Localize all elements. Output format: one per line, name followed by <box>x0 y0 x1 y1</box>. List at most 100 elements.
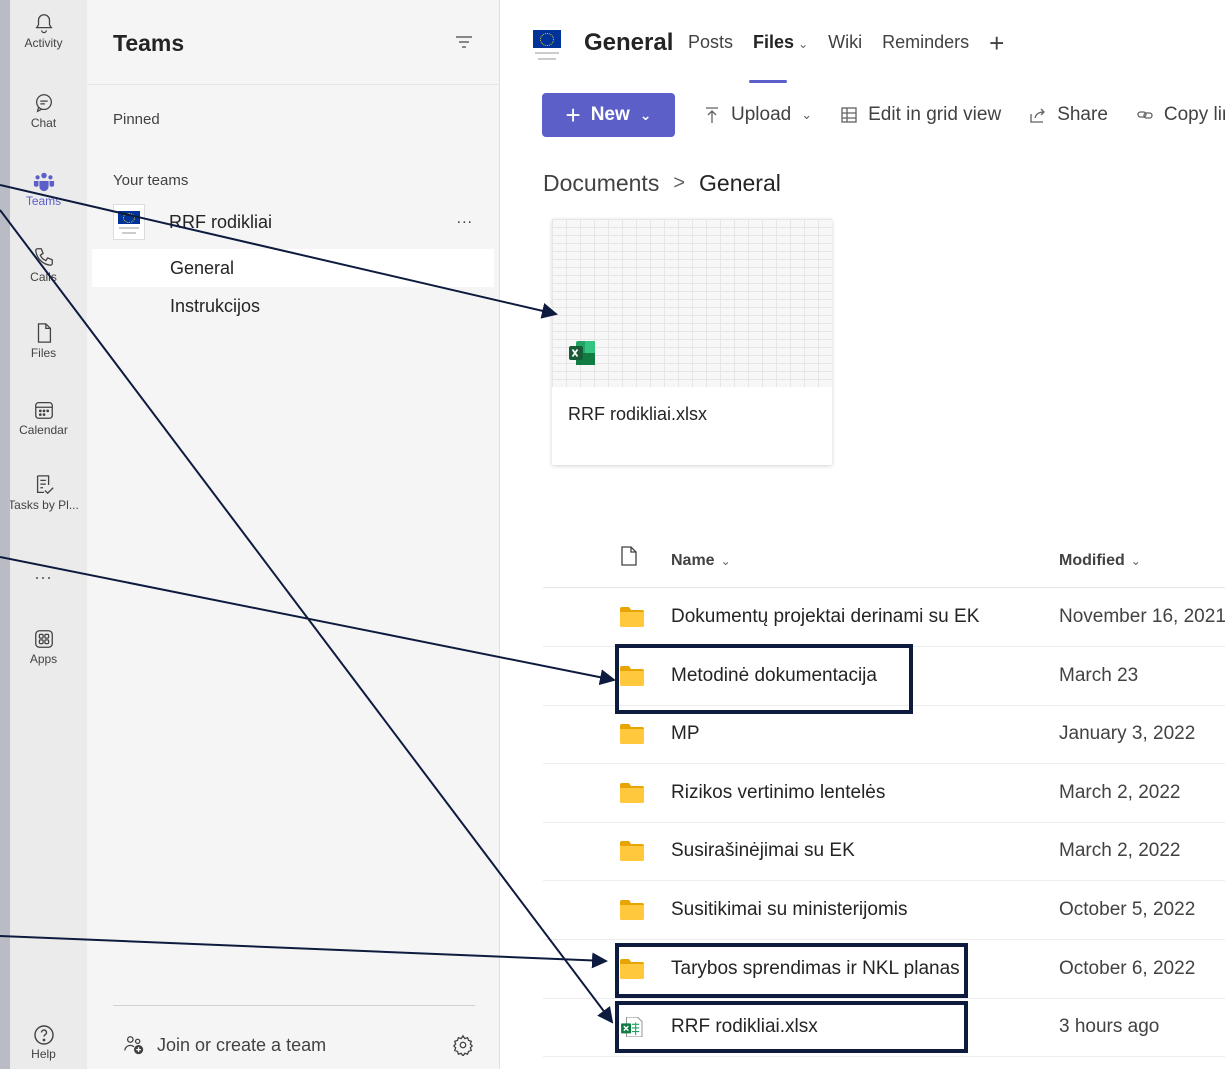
document-type-icon <box>621 546 637 566</box>
help-label: Help <box>31 1047 56 1061</box>
apps-icon <box>34 630 53 648</box>
settings-gear-icon[interactable] <box>452 1034 474 1056</box>
folder-icon <box>620 900 644 920</box>
grid-icon <box>841 107 857 123</box>
rail-apps[interactable]: Apps <box>0 628 87 688</box>
file-name: MP <box>671 723 700 745</box>
annotation-box-rrf-xlsx <box>615 1001 968 1053</box>
table-row[interactable]: Rizikos vertinimo lentelės March 2, 2022 <box>543 765 1225 823</box>
file-modified: October 5, 2022 <box>1059 899 1196 920</box>
team-name: RRF rodikliai <box>169 211 273 232</box>
panel-divider <box>87 84 500 85</box>
share-icon <box>1030 108 1046 123</box>
file-modified: 3 hours ago <box>1059 1016 1160 1038</box>
chevron-down-icon: ⌄ <box>639 106 652 123</box>
file-modified: October 6, 2022 <box>1059 957 1196 979</box>
file-name: Susirašinėjimai su EK <box>671 840 855 862</box>
help-icon <box>33 1025 54 1045</box>
pinned-label: Pinned <box>113 111 160 128</box>
file-modified: November 16, 2021 <box>1059 606 1225 627</box>
folder-icon <box>620 841 644 862</box>
your-teams-label: Your teams <box>113 172 189 189</box>
rail-more-button[interactable]: ... <box>0 563 87 584</box>
rail-apps-label: Apps <box>29 652 58 666</box>
annotation-box-tarybos <box>615 943 968 998</box>
breadcrumb: Documents > General <box>543 170 781 197</box>
rail-activity[interactable]: Activity <box>0 12 87 72</box>
rail-calls[interactable]: Calls <box>0 246 87 306</box>
copy-link-label: Copy lir <box>1163 104 1225 125</box>
rail-files[interactable]: Files <box>0 322 87 382</box>
plus-icon: + <box>565 100 581 130</box>
team-avatar <box>113 204 145 240</box>
join-create-team-label: Join or create a team <box>157 1034 327 1055</box>
table-row[interactable]: MP January 3, 2022 <box>543 706 1225 765</box>
file-modified: March 23 <box>1059 664 1139 686</box>
column-name-label: Name <box>671 552 715 569</box>
tasks-icon <box>36 475 54 495</box>
rail-chat[interactable]: Chat <box>0 92 87 152</box>
breadcrumb-separator: > <box>673 172 686 194</box>
table-row[interactable]: Susirašinėjimai su EK March 2, 2022 <box>543 823 1225 882</box>
team-row[interactable]: RRF rodikliai ... <box>113 204 473 240</box>
folder-icon <box>620 724 644 745</box>
table-row[interactable]: Susitikimai su ministerijomis October 5, … <box>543 882 1225 940</box>
file-icon <box>37 323 51 343</box>
new-button[interactable]: + New ⌄ <box>542 93 675 137</box>
link-icon <box>1137 111 1153 119</box>
rail-tasks-label: Tasks by Pl... <box>8 498 79 512</box>
column-name-header[interactable]: Name ⌄ <box>671 552 731 570</box>
teams-icon <box>33 172 54 192</box>
breadcrumb-root[interactable]: Documents <box>543 170 659 197</box>
rail-tasks[interactable]: Tasks by Pl... <box>0 474 87 534</box>
edit-grid-view-button[interactable]: Edit in grid view <box>840 104 1001 126</box>
card-file-name: RRF rodikliai.xlsx <box>568 404 708 424</box>
join-create-team-button[interactable]: Join or create a team <box>123 1034 326 1056</box>
filter-icon[interactable] <box>454 34 474 50</box>
file-modified: March 2, 2022 <box>1059 840 1181 862</box>
tab-files[interactable]: Files ⌄ <box>753 32 808 53</box>
bell-icon <box>34 14 53 34</box>
copy-link-button[interactable]: Copy lir <box>1136 104 1225 126</box>
rail-activity-label: Activity <box>24 36 63 50</box>
channel-title: General <box>584 29 674 56</box>
footer-divider <box>113 1005 475 1006</box>
rail-files-label: Files <box>30 346 57 360</box>
teams-panel: Teams Pinned Your teams RRF rodikliai ..… <box>87 0 500 1069</box>
file-name: Rizikos vertinimo lentelės <box>671 781 886 803</box>
table-row[interactable]: Dokumentų projektai derinami su EK Novemb… <box>543 589 1225 647</box>
edit-grid-view-label: Edit in grid view <box>868 104 1002 125</box>
folder-icon <box>620 782 644 803</box>
channel-instrukcijos[interactable]: Instrukcijos <box>92 287 494 325</box>
rail-help[interactable]: Help <box>0 1023 87 1061</box>
rail-teams-label: Teams <box>25 194 62 208</box>
rail-teams[interactable]: Teams <box>0 170 87 230</box>
calendar-icon <box>34 402 53 419</box>
chevron-down-icon: ⌄ <box>1130 554 1141 568</box>
add-tab-icon[interactable]: + <box>989 30 1004 56</box>
file-name: Susitikimai su ministerijomis <box>671 899 908 920</box>
rail-chat-label: Chat <box>30 116 57 130</box>
upload-button[interactable]: Upload ⌄ <box>703 104 812 126</box>
share-button[interactable]: Share <box>1029 104 1108 126</box>
file-name: Dokumentų projektai derinami su EK <box>671 606 980 627</box>
breadcrumb-current: General <box>699 170 781 196</box>
highlighted-file-card[interactable]: RRF rodikliai.xlsx <box>552 219 832 465</box>
files-toolbar: + New ⌄ Upload ⌄ Edit in grid view Share… <box>542 93 1225 137</box>
tab-wiki[interactable]: Wiki <box>828 32 862 53</box>
channel-general[interactable]: General <box>92 249 494 287</box>
chat-icon <box>35 94 52 113</box>
active-tab-indicator <box>749 80 787 83</box>
tab-reminders[interactable]: Reminders <box>882 32 969 53</box>
file-modified: March 2, 2022 <box>1059 781 1181 803</box>
column-modified-header[interactable]: Modified ⌄ <box>1059 552 1141 570</box>
column-modified-label: Modified <box>1059 552 1125 569</box>
people-add-icon <box>124 1036 144 1055</box>
tab-posts[interactable]: Posts <box>688 32 733 53</box>
annotation-box-metodine <box>615 644 913 714</box>
channel-avatar <box>526 20 568 66</box>
team-more-options-icon[interactable]: ... <box>457 210 473 228</box>
excel-file-icon <box>569 341 595 365</box>
new-button-label: New <box>590 104 630 125</box>
rail-calendar[interactable]: Calendar <box>0 399 87 459</box>
